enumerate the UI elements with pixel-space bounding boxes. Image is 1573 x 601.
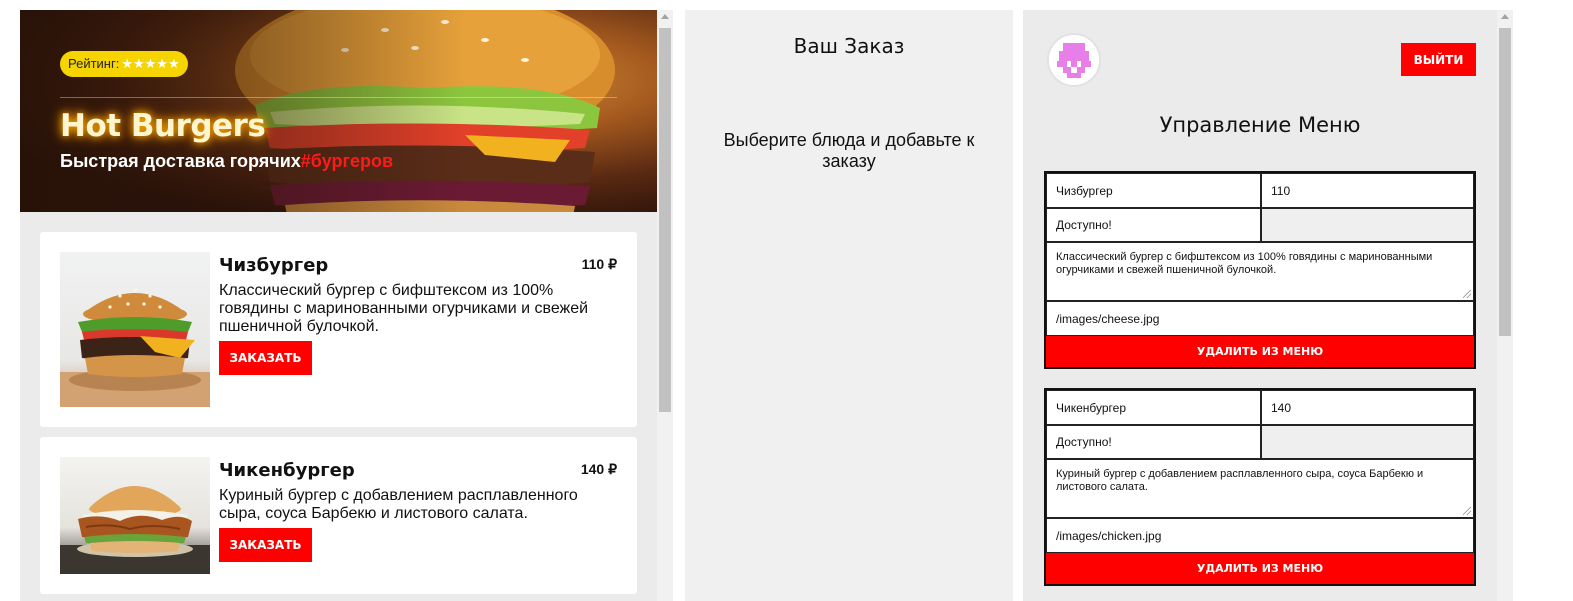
avatar	[1047, 33, 1101, 87]
order-button[interactable]: Заказать	[219, 528, 312, 562]
scroll-up-arrow-icon[interactable]	[661, 14, 669, 19]
item-image-input[interactable]: /images/chicken.jpg	[1046, 518, 1474, 553]
item-status-select[interactable]: Доступно!	[1046, 425, 1261, 459]
order-panel: Ваш Заказ Выберите блюда и добавьте к за…	[685, 10, 1013, 601]
hero-banner: Рейтинг: ★★★★★ Hot Burgers Быстрая доста…	[20, 10, 657, 212]
item-name-input[interactable]: Чикенбургер	[1046, 390, 1261, 425]
menu-edit-form: Чикенбургер 140 Доступно! Куриный бургер…	[1044, 388, 1476, 586]
menu-panel: Рейтинг: ★★★★★ Hot Burgers Быстрая доста…	[20, 10, 673, 601]
menu-edit-form: Чизбургер 110 Доступно! Классический бур…	[1044, 171, 1476, 369]
brand-subtitle: Быстрая доставка горячих#бургеров	[60, 151, 393, 172]
order-title: Ваш Заказ	[793, 34, 905, 58]
rating-label: Рейтинг:	[68, 56, 120, 71]
order-empty-message: Выберите блюда и добавьте к заказу	[723, 130, 975, 171]
admin-scrollbar[interactable]	[1497, 10, 1513, 601]
item-image-input[interactable]: /images/cheese.jpg	[1046, 301, 1474, 336]
menu-item-description: Классический бургер с бифштексом из 100%…	[219, 282, 589, 335]
subtitle-main: Быстрая доставка горячих	[60, 151, 301, 171]
delete-from-menu-button[interactable]: УДАЛИТЬ ИЗ МЕНЮ	[1046, 336, 1474, 367]
menu-scrollbar[interactable]	[657, 10, 673, 601]
empty-cell	[1261, 208, 1474, 242]
form-row: Доступно!	[1046, 425, 1474, 459]
order-button[interactable]: Заказать	[219, 341, 312, 375]
form-row: Доступно!	[1046, 208, 1474, 242]
form-row: Чизбургер 110	[1046, 173, 1474, 208]
menu-item-price: 140 ₽	[580, 461, 617, 477]
admin-panel: ВЫЙТИ Управление Меню Чизбургер 110 Дост…	[1023, 10, 1513, 601]
resize-handle-icon[interactable]	[1463, 507, 1471, 515]
form-row: Классический бургер с бифштексом из 100%…	[1046, 242, 1474, 301]
menu-item-card: Чизбургер 110 ₽ Классический бургер с би…	[40, 232, 637, 427]
delete-from-menu-button[interactable]: УДАЛИТЬ ИЗ МЕНЮ	[1046, 553, 1474, 584]
rating-badge: Рейтинг: ★★★★★	[60, 51, 188, 77]
brand-title: Hot Burgers	[60, 108, 266, 144]
menu-scrollbar-thumb[interactable]	[659, 28, 671, 412]
empty-cell	[1261, 425, 1474, 459]
rating-stars-icon: ★★★★★	[121, 56, 180, 71]
item-name-input[interactable]: Чизбургер	[1046, 173, 1261, 208]
form-row: /images/cheese.jpg	[1046, 301, 1474, 336]
menu-item-card: Чикенбургер 140 ₽ Куриный бургер с добав…	[40, 437, 637, 594]
item-description-textarea[interactable]: Классический бургер с бифштексом из 100%…	[1046, 242, 1474, 301]
scroll-up-arrow-icon[interactable]	[1501, 14, 1509, 19]
form-row: Чикенбургер 140	[1046, 390, 1474, 425]
menu-item-name: Чизбургер	[219, 255, 329, 276]
admin-title: Управление Меню	[1159, 113, 1361, 137]
admin-scrollbar-thumb[interactable]	[1499, 28, 1511, 336]
subtitle-hashtag: #бургеров	[300, 151, 394, 171]
menu-item-price: 110 ₽	[581, 256, 617, 272]
user-avatar-icon	[1049, 35, 1099, 85]
logout-button[interactable]: ВЫЙТИ	[1401, 43, 1476, 76]
item-status-select[interactable]: Доступно!	[1046, 208, 1261, 242]
resize-handle-icon[interactable]	[1463, 290, 1471, 298]
chickenburger-photo	[60, 457, 210, 574]
hero-divider	[60, 97, 617, 98]
form-row: Куриный бургер с добавлением расплавленн…	[1046, 459, 1474, 518]
item-description-textarea[interactable]: Куриный бургер с добавлением расплавленн…	[1046, 459, 1474, 518]
menu-item-description: Куриный бургер с добавлением расплавленн…	[219, 487, 578, 522]
item-price-input[interactable]: 140	[1261, 390, 1474, 425]
cheeseburger-photo	[60, 252, 210, 407]
form-row: /images/chicken.jpg	[1046, 518, 1474, 553]
item-price-input[interactable]: 110	[1261, 173, 1474, 208]
item-description-text: Классический бургер с бифштексом из 100%…	[1056, 251, 1433, 276]
item-description-text: Куриный бургер с добавлением расплавленн…	[1056, 468, 1424, 493]
menu-item-name: Чикенбургер	[219, 460, 355, 481]
